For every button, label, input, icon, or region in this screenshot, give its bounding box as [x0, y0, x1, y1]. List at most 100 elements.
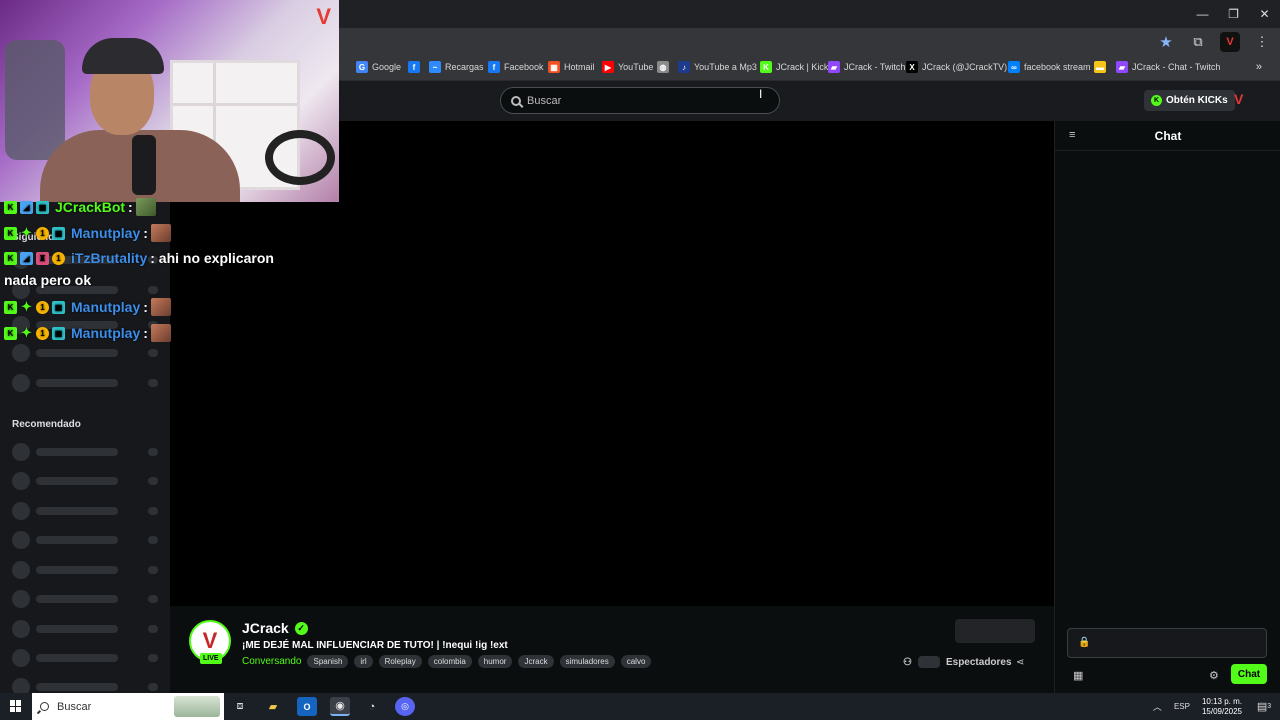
- search-highlight-image: [174, 696, 220, 717]
- windows-taskbar: Buscar ⧈ ▰ O ◉ ◔ ◎ ︿ ESP 10:13 p. m. 15/…: [0, 693, 1280, 720]
- bookmark-item[interactable]: K JCrack | Kick: [760, 61, 828, 73]
- close-icon[interactable]: ✕: [1249, 0, 1280, 28]
- share-icon[interactable]: ⋖: [1016, 657, 1024, 668]
- bookmark-item[interactable]: ∞ facebook stream: [1008, 61, 1091, 73]
- tray-expand-icon[interactable]: ︿: [1153, 700, 1162, 713]
- toolbar-actions: ★ ⧉ V ⋮: [1156, 32, 1272, 52]
- discord-icon[interactable]: ◎: [395, 697, 415, 716]
- stream-tag[interactable]: humor: [477, 655, 513, 668]
- bookmark-item[interactable]: ◍: [657, 61, 669, 73]
- mp3-icon: ♪: [678, 61, 690, 73]
- chat-panel: ≡ Chat 🔒 ▦ ⚙ Chat: [1054, 121, 1280, 693]
- bookmark-item[interactable]: ▰ JCrack - Twitch: [828, 61, 905, 73]
- stream-tag[interactable]: Jcrack: [518, 655, 554, 668]
- chat-badge-icon: ▦: [52, 226, 65, 240]
- skeleton-channel: [12, 443, 162, 461]
- google-icon: G: [356, 61, 368, 73]
- overlay-chat-message: K ✦ 1 ▦ Manutplay:: [4, 324, 171, 342]
- profile-avatar-icon[interactable]: V: [1220, 32, 1240, 52]
- get-kicks-button[interactable]: K Obtén KICKs: [1144, 90, 1235, 111]
- overlay-chat-message: nada pero ok: [4, 272, 91, 288]
- chat-badge-icon: K: [4, 251, 17, 265]
- bookmark-item[interactable]: X JCrack (@JCrackTV)...: [906, 61, 1015, 73]
- chrome-icon[interactable]: ◉: [330, 697, 350, 716]
- user-avatar[interactable]: V: [1234, 91, 1252, 109]
- search-input[interactable]: [527, 94, 757, 107]
- category-link[interactable]: Conversando: [242, 656, 301, 667]
- bookmark-label: Recargas: [445, 62, 484, 72]
- bookmark-item[interactable]: ▶ YouTube: [602, 61, 653, 73]
- notifications-icon[interactable]: ▤ 3: [1254, 697, 1274, 717]
- bookmark-label: Facebook: [504, 62, 544, 72]
- bookmark-star-icon[interactable]: ★: [1156, 32, 1176, 52]
- chat-badge-icon: ✦: [21, 325, 32, 340]
- screen: — ❐ ✕ ★ ⧉ V ⋮ » G Google f ~ Recargas f Facebo…: [0, 0, 1280, 720]
- channel-name[interactable]: JCrack ✓: [242, 620, 308, 636]
- kick-icon: K: [760, 61, 772, 73]
- viewers-skeleton: [917, 656, 940, 668]
- stream-tag[interactable]: calvo: [620, 655, 652, 668]
- viewers-label: Espectadores: [945, 656, 1012, 668]
- users-icon: ⚇: [903, 656, 912, 668]
- stream-tag[interactable]: simuladores: [559, 655, 615, 668]
- microsoft-icon: ▦: [548, 61, 560, 73]
- gear-icon[interactable]: ⚙: [1209, 669, 1219, 682]
- chat-emote-icon: [150, 298, 171, 316]
- chat-emote-icon: [150, 224, 171, 242]
- taskbar-search-label: Buscar: [57, 700, 92, 713]
- task-view-icon[interactable]: ⧈: [230, 697, 250, 716]
- file-explorer-icon[interactable]: ▰: [263, 697, 283, 716]
- extensions-icon[interactable]: ⧉: [1188, 32, 1208, 52]
- chat-badge-icon: ✦: [21, 225, 32, 240]
- chat-header: ≡ Chat: [1055, 121, 1280, 151]
- facebook-icon: f: [408, 61, 420, 73]
- bookmark-label: JCrack - Chat - Twitch: [1132, 62, 1221, 72]
- bookmark-item[interactable]: ▦ Hotmail: [548, 61, 595, 73]
- windows-start-icon[interactable]: [10, 700, 22, 712]
- stream-tag[interactable]: irl: [354, 655, 373, 668]
- store-icon[interactable]: ▦: [1073, 669, 1083, 682]
- chat-badge-icon: ♜: [36, 251, 49, 265]
- bookmark-item[interactable]: ▰ JCrack - Chat - Twitch: [1116, 61, 1220, 73]
- clock[interactable]: 10:13 p. m. 15/09/2025: [1202, 697, 1242, 717]
- chat-badge-icon: ◢: [20, 251, 33, 265]
- send-chat-button[interactable]: Chat: [1231, 664, 1267, 684]
- stream-tag[interactable]: colombia: [427, 655, 472, 668]
- bookmark-item[interactable]: ▬: [1094, 61, 1106, 73]
- minimize-icon[interactable]: —: [1187, 0, 1218, 28]
- input-language[interactable]: ESP: [1174, 702, 1190, 711]
- chat-message-text: : ahi no explicaron: [150, 250, 274, 266]
- stream-tag[interactable]: Spanish: [307, 655, 349, 668]
- chat-badge-icon: ✦: [21, 299, 32, 314]
- chat-username: Manutplay: [71, 325, 141, 341]
- chat-username: Manutplay: [71, 225, 141, 241]
- bookmark-label: YouTube a Mp3: [694, 62, 757, 72]
- globe-icon: ◍: [657, 61, 669, 73]
- bookmark-item[interactable]: G Google: [356, 61, 401, 73]
- chat-message-input[interactable]: 🔒: [1067, 628, 1267, 658]
- clock-date: 15/09/2025: [1201, 706, 1242, 716]
- chat-badge-icon: 1: [36, 226, 49, 240]
- overlay-chat-message: K ✦ 1 ▦ Manutplay:: [4, 298, 171, 316]
- stream-tag[interactable]: Roleplay: [378, 655, 422, 668]
- chat-message-text: :: [128, 199, 133, 215]
- chat-badge-icon: ▦: [36, 200, 49, 214]
- browser-menu-icon[interactable]: ⋮: [1252, 32, 1272, 52]
- bookmark-label: Google: [372, 62, 402, 72]
- outlook-icon[interactable]: O: [297, 697, 317, 716]
- bookmark-item[interactable]: ~ Recargas: [429, 61, 484, 73]
- search-box[interactable]: [500, 87, 780, 114]
- twitch-icon: ▰: [828, 61, 840, 73]
- skeleton-channel: [12, 590, 162, 608]
- chat-username: iTzBrutality: [71, 250, 148, 266]
- speedometer-icon[interactable]: ◔: [362, 697, 382, 716]
- taskbar-search[interactable]: Buscar: [32, 693, 224, 720]
- search-icon: [40, 702, 49, 711]
- chat-badge-icon: K: [4, 300, 17, 314]
- chat-message-text: nada pero ok: [4, 272, 92, 288]
- more-bookmarks-icon[interactable]: »: [1256, 61, 1262, 73]
- bookmark-item[interactable]: f: [408, 61, 420, 73]
- bookmark-item[interactable]: ♪ YouTube a Mp3: [678, 61, 757, 73]
- restore-icon[interactable]: ❐: [1218, 0, 1249, 28]
- bookmark-item[interactable]: f Facebook: [488, 61, 544, 73]
